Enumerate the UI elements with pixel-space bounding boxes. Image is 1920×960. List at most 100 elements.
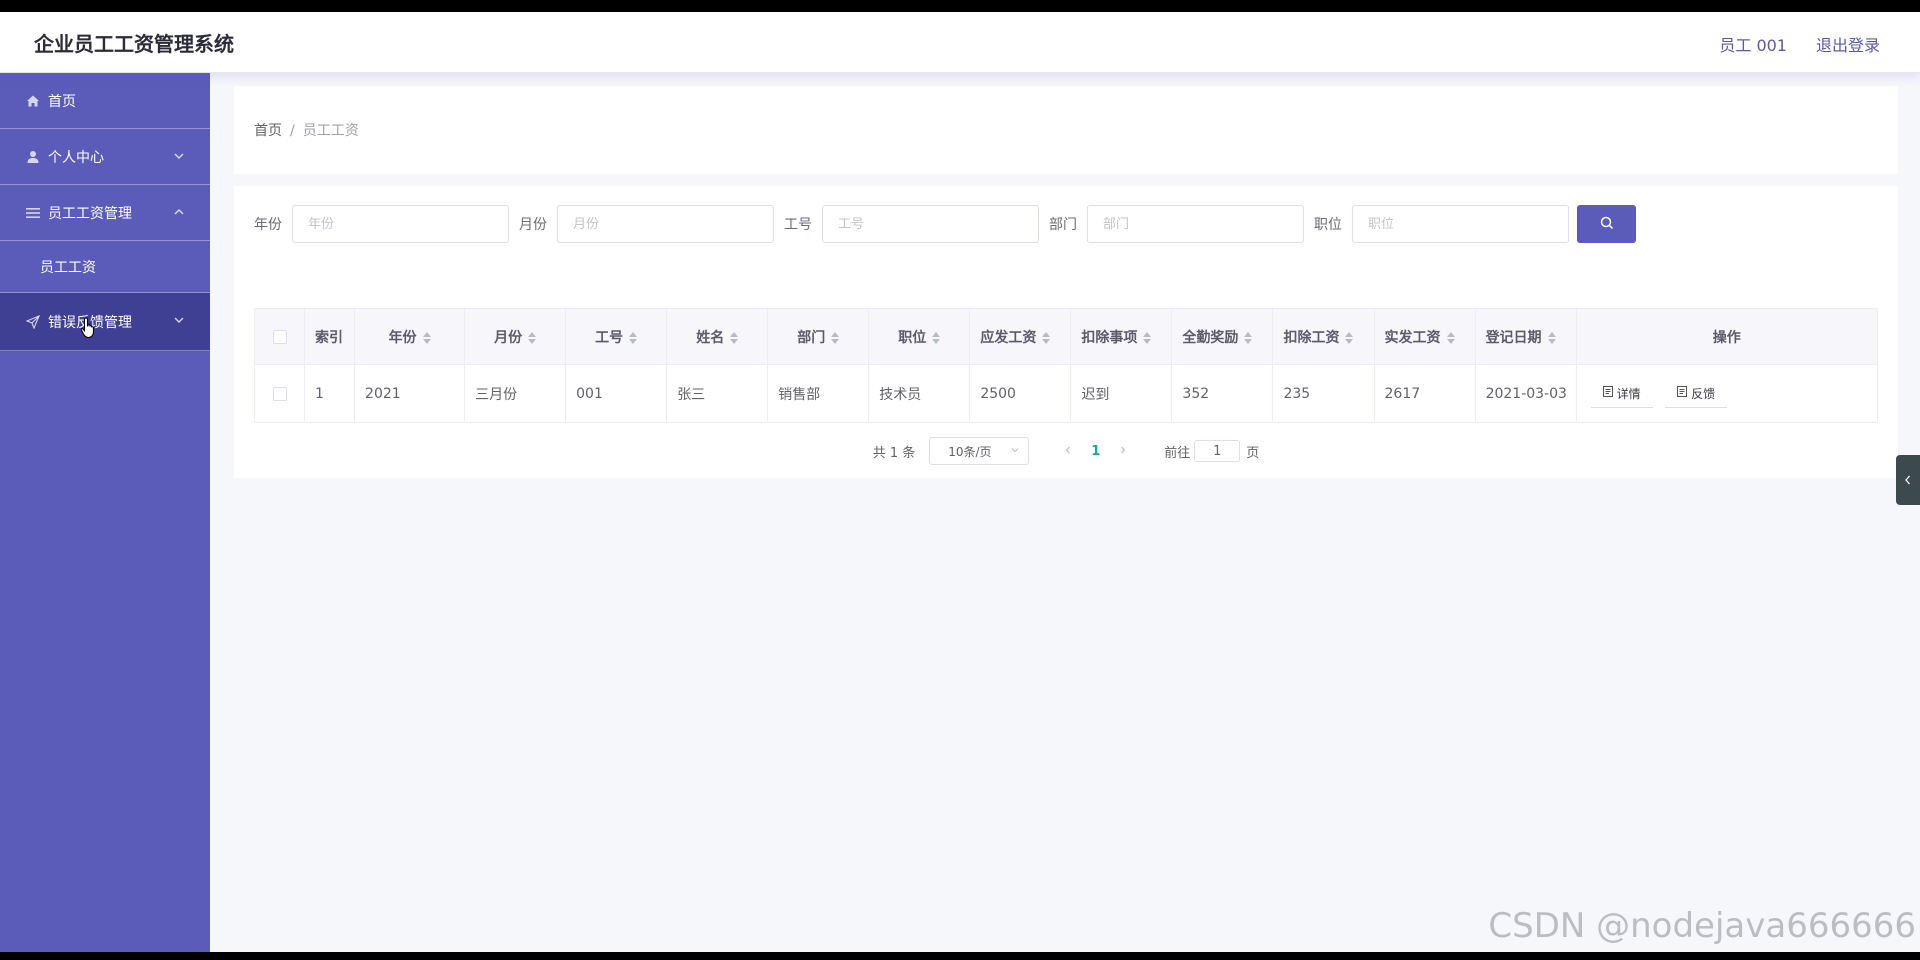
chevron-left-icon	[1063, 443, 1073, 459]
goto-page-input[interactable]	[1194, 440, 1241, 462]
detail-button-label: 详情	[1616, 386, 1641, 401]
cell-net-pay: 2617	[1373, 364, 1476, 423]
sidebar-item-home[interactable]: 首页	[0, 73, 210, 129]
sidebar-item-personal-center[interactable]: 个人中心	[0, 129, 210, 185]
table-row: 1 2021 三月份 001 张三 销售部 技术员 2500 迟到 352 23…	[253, 364, 1879, 423]
feedback-button[interactable]: 反馈	[1665, 379, 1728, 408]
column-header-deduction-amount[interactable]: 扣除工资	[1272, 308, 1375, 365]
app-title: 企业员工工资管理系统	[34, 32, 234, 56]
cell-name: 张三	[666, 364, 769, 423]
year-label: 年份	[254, 217, 282, 233]
column-header-attendance-bonus[interactable]: 全勤奖励	[1171, 308, 1274, 365]
cell-deduction-amount: 235	[1272, 364, 1375, 423]
select-all-checkbox[interactable]	[272, 329, 287, 344]
month-label: 月份	[519, 217, 547, 233]
chevron-down-icon	[1010, 444, 1020, 458]
column-header-position[interactable]: 职位	[868, 308, 971, 365]
top-header: 企业员工工资管理系统 员工 001 退出登录	[0, 12, 1920, 73]
main-content: 首页 / 员工工资 年份 月份 工号 部门 职位	[210, 73, 1920, 952]
sort-icon[interactable]	[1042, 331, 1051, 344]
column-header-deduction-item[interactable]: 扣除事项	[1070, 308, 1173, 365]
column-header-department[interactable]: 部门	[767, 308, 870, 365]
sort-icon[interactable]	[422, 331, 431, 344]
chevron-right-icon	[1118, 443, 1128, 459]
document-icon	[1677, 386, 1688, 400]
cell-year: 2021	[354, 364, 466, 423]
watermark: CSDN @nodejava666666	[1488, 906, 1916, 946]
sort-icon[interactable]	[1244, 331, 1253, 344]
cell-department: 销售部	[767, 364, 870, 423]
select-all-cell	[253, 308, 306, 365]
column-header-register-date[interactable]: 登记日期	[1474, 308, 1577, 365]
detail-button[interactable]: 详情	[1590, 379, 1653, 408]
page-size-select[interactable]: 10条/页	[929, 437, 1030, 465]
column-header-employee-id[interactable]: 工号	[565, 308, 668, 365]
department-input[interactable]	[1087, 205, 1304, 243]
cell-month: 三月份	[464, 364, 567, 423]
search-button[interactable]	[1577, 205, 1636, 243]
chevron-down-icon	[170, 147, 188, 165]
pagination: 共 1 条 10条/页 1 前往 页	[234, 437, 1898, 465]
sidebar-item-label: 个人中心	[48, 149, 104, 166]
sort-icon[interactable]	[730, 331, 739, 344]
employee-id-input[interactable]	[822, 205, 1039, 243]
position-input[interactable]	[1352, 205, 1569, 243]
sort-icon[interactable]	[528, 331, 537, 344]
row-select-cell	[253, 364, 306, 423]
column-header-month[interactable]: 月份	[464, 308, 567, 365]
sort-icon[interactable]	[932, 331, 941, 344]
sidebar-item-error-feedback[interactable]: 错误反馈管理	[0, 293, 210, 351]
goto-page: 前往 页	[1164, 440, 1259, 462]
sort-icon[interactable]	[629, 331, 638, 344]
home-icon	[24, 92, 42, 110]
chevron-down-icon	[170, 311, 188, 329]
column-header-name[interactable]: 姓名	[666, 308, 769, 365]
column-header-year[interactable]: 年份	[354, 308, 466, 365]
year-input[interactable]	[292, 205, 509, 243]
sort-icon[interactable]	[1446, 331, 1455, 344]
cell-actions: 详情 反馈	[1575, 364, 1879, 423]
cell-register-date: 2021-03-03	[1474, 364, 1577, 423]
sort-icon[interactable]	[831, 331, 840, 344]
salary-table: 索引 年份 月份 工号 姓名 部门 职位 应发工资 扣除事项 全勤奖励 扣除工资…	[253, 308, 1879, 423]
side-collapse-button[interactable]	[1896, 455, 1920, 505]
sort-icon[interactable]	[1547, 331, 1556, 344]
table-header-row: 索引 年份 月份 工号 姓名 部门 职位 应发工资 扣除事项 全勤奖励 扣除工资…	[253, 308, 1879, 365]
search-icon	[1600, 216, 1614, 233]
cell-attendance-bonus: 352	[1171, 364, 1274, 423]
page-number[interactable]: 1	[1091, 444, 1100, 459]
cell-deduction-item: 迟到	[1070, 364, 1173, 423]
sidebar-item-employee-salary[interactable]: 员工工资	[0, 241, 210, 293]
sidebar-item-label: 首页	[48, 93, 76, 110]
prev-page-button[interactable]	[1063, 443, 1073, 459]
sort-icon[interactable]	[1143, 331, 1152, 344]
pagination-total: 共 1 条	[872, 445, 916, 461]
salary-list-card: 年份 月份 工号 部门 职位	[234, 186, 1898, 478]
department-label: 部门	[1049, 217, 1077, 233]
month-input[interactable]	[557, 205, 774, 243]
sidebar-item-label: 员工工资	[40, 259, 96, 276]
column-header-index: 索引	[304, 308, 356, 365]
row-checkbox[interactable]	[272, 386, 287, 401]
breadcrumb-separator: /	[290, 123, 295, 139]
breadcrumb-card: 首页 / 员工工资	[234, 86, 1898, 174]
hand-cursor-icon	[80, 317, 98, 343]
cell-position: 技术员	[868, 364, 971, 423]
app-window: 企业员工工资管理系统 员工 001 退出登录 首页 个人中心 员工工资管理 员工…	[0, 12, 1920, 952]
sidebar-item-salary-management[interactable]: 员工工资管理	[0, 185, 210, 241]
page-size-value: 10条/页	[948, 444, 992, 459]
send-icon	[24, 313, 42, 331]
goto-suffix: 页	[1246, 445, 1260, 461]
column-header-gross-pay[interactable]: 应发工资	[969, 308, 1072, 365]
logout-link[interactable]: 退出登录	[1816, 32, 1880, 56]
breadcrumb-home[interactable]: 首页	[254, 123, 282, 139]
employee-id-label: 工号	[784, 217, 812, 233]
next-page-button[interactable]	[1118, 443, 1128, 459]
menu-icon	[24, 204, 42, 222]
cell-employee-id: 001	[565, 364, 668, 423]
cell-gross-pay: 2500	[969, 364, 1072, 423]
breadcrumb: 首页 / 员工工资	[254, 120, 359, 140]
column-header-net-pay[interactable]: 实发工资	[1373, 308, 1476, 365]
column-header-actions: 操作	[1575, 308, 1879, 365]
sort-icon[interactable]	[1345, 331, 1354, 344]
